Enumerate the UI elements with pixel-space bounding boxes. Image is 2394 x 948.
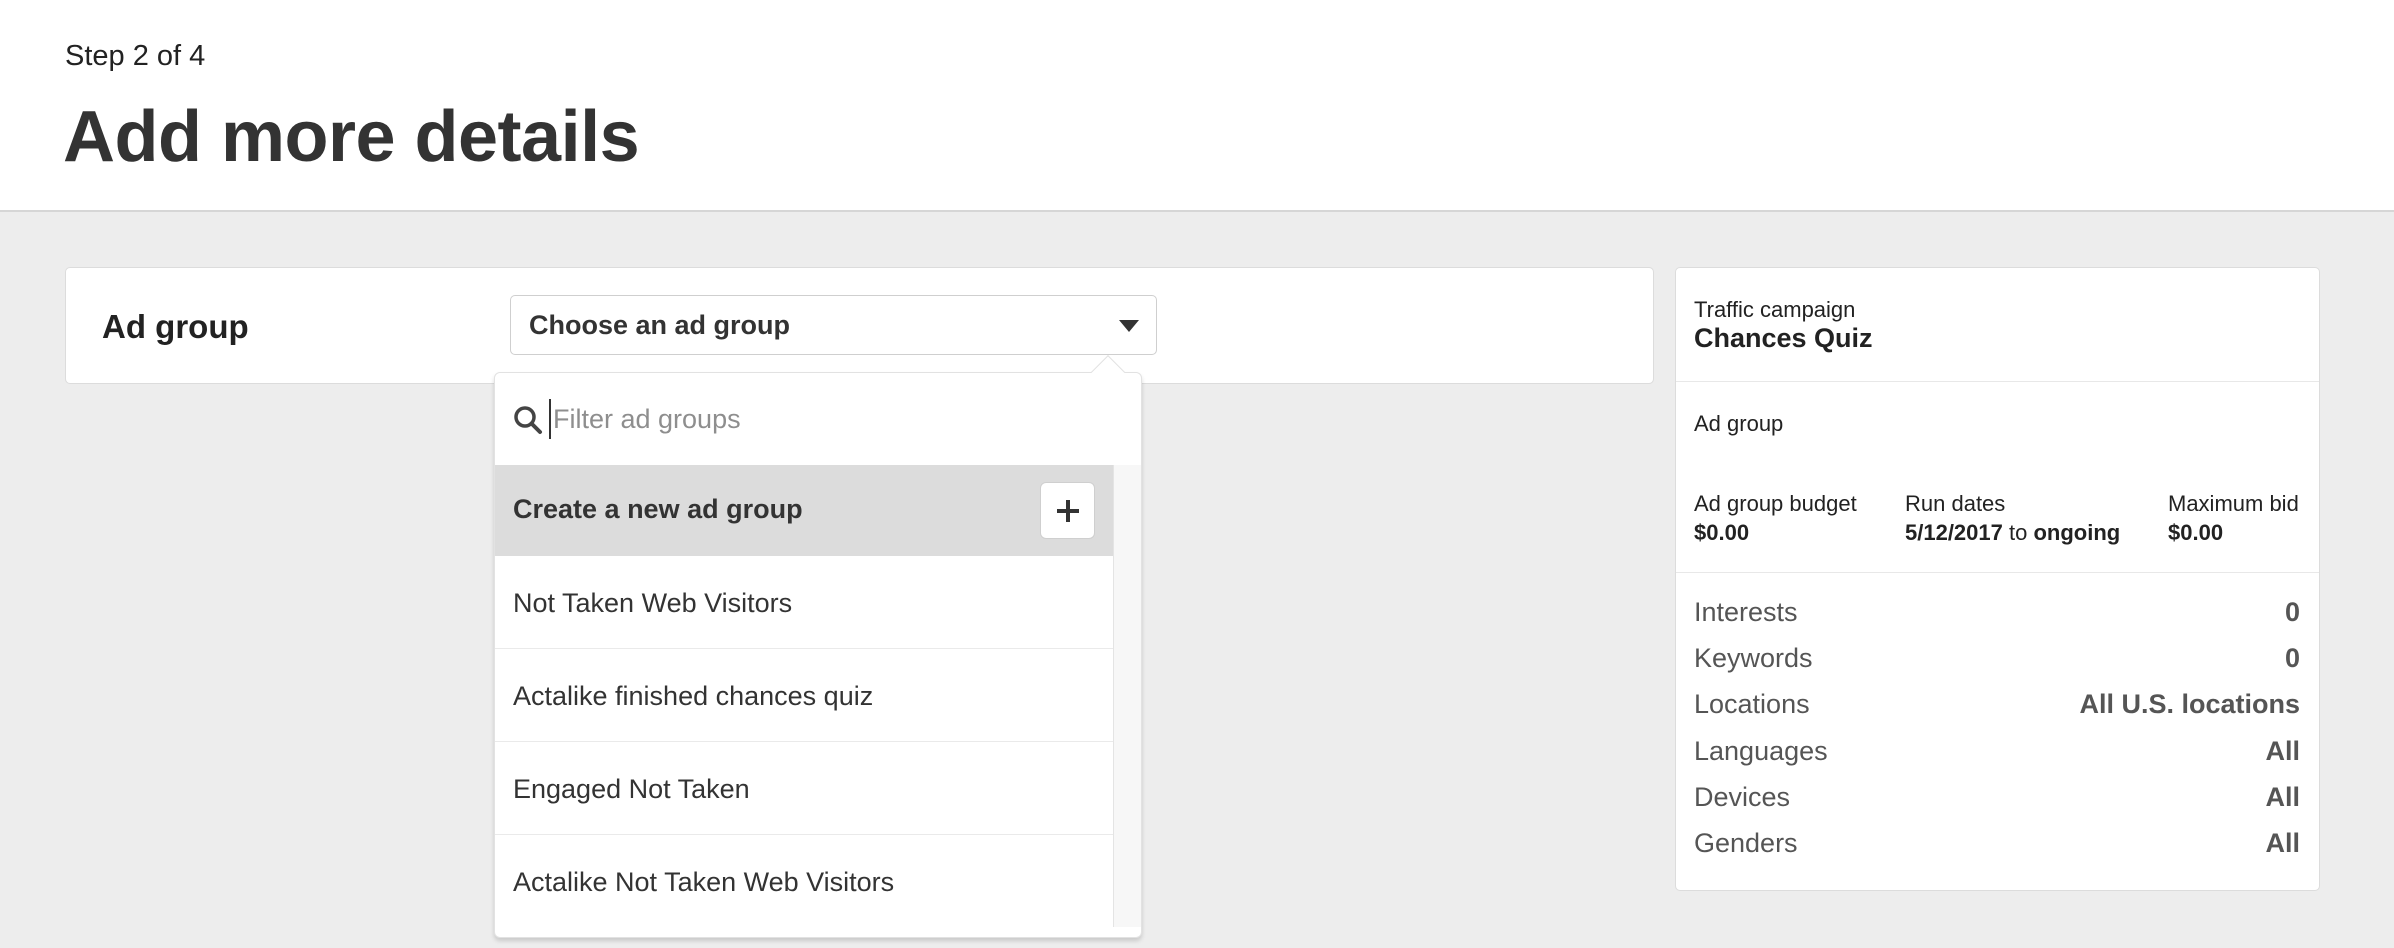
targeting-label: Keywords — [1694, 643, 1813, 674]
targeting-row-languages: Languages All — [1694, 736, 2300, 782]
create-new-ad-group-label: Create a new ad group — [513, 494, 803, 524]
run-dates-connector: to — [2002, 520, 2034, 545]
filter-ad-groups-input[interactable] — [549, 399, 1109, 439]
targeting-row-interests: Interests 0 — [1694, 597, 2300, 643]
list-item[interactable]: Actalike finished chances quiz — [495, 649, 1113, 742]
targeting-value: All — [2265, 827, 2300, 858]
list-item[interactable]: Not Taken Web Visitors — [495, 556, 1113, 649]
targeting-list: Interests 0 Keywords 0 Locations All U.S… — [1694, 597, 2300, 874]
run-dates-metric: Run dates 5/12/2017 to ongoing — [1905, 491, 2120, 546]
targeting-value: All — [2265, 781, 2300, 812]
ad-group-select[interactable]: Choose an ad group — [510, 295, 1157, 355]
list-item-label: Actalike Not Taken Web Visitors — [513, 867, 895, 897]
budget-value: $0.00 — [1694, 520, 1750, 545]
targeting-value: All — [2265, 735, 2300, 766]
list-item[interactable]: Actalike Not Taken Web Visitors — [495, 835, 1113, 927]
targeting-label: Locations — [1694, 689, 1810, 720]
ad-group-label: Ad group — [102, 308, 249, 345]
caret-down-icon — [1119, 320, 1139, 332]
list-item-label: Engaged Not Taken — [513, 774, 750, 804]
campaign-section: Traffic campaign Chances Quiz — [1676, 268, 2319, 382]
campaign-type: Traffic campaign — [1694, 297, 1856, 322]
list-item[interactable]: Engaged Not Taken — [495, 742, 1113, 835]
search-icon — [514, 406, 542, 434]
campaign-name: Chances Quiz — [1694, 323, 1873, 353]
targeting-row-keywords: Keywords 0 — [1694, 643, 2300, 689]
max-bid-value: $0.00 — [2168, 520, 2224, 545]
plus-icon[interactable] — [1040, 482, 1095, 539]
page-header: Step 2 of 4 Add more details — [0, 0, 2394, 212]
targeting-value: 0 — [2284, 597, 2300, 627]
targeting-label: Languages — [1694, 735, 1828, 766]
ad-group-select-value: Choose an ad group — [529, 310, 791, 340]
page-title: Add more details — [63, 97, 640, 177]
targeting-row-genders: Genders All — [1694, 828, 2300, 874]
budget-metric: Ad group budget $0.00 — [1694, 491, 1857, 546]
ad-group-dropdown: Create a new ad group Not Taken Web Visi… — [494, 355, 1142, 938]
create-new-ad-group-item[interactable]: Create a new ad group — [495, 465, 1113, 556]
max-bid-label: Maximum bid — [2168, 491, 2299, 516]
targeting-row-locations: Locations All U.S. locations — [1694, 689, 2300, 735]
targeting-value: 0 — [2284, 643, 2300, 674]
ad-group-summary-label: Ad group — [1694, 411, 1784, 436]
filter-row — [495, 373, 1141, 465]
budget-label: Ad group budget — [1694, 491, 1857, 516]
dropdown-scrollbar[interactable] — [1113, 465, 1141, 927]
targeting-label: Genders — [1694, 827, 1798, 858]
max-bid-metric: Maximum bid $0.00 — [2168, 491, 2299, 546]
step-indicator: Step 2 of 4 — [65, 40, 206, 72]
ad-group-section: Ad group Ad group budget $0.00 Run dates… — [1676, 382, 2319, 573]
run-dates-label: Run dates — [1905, 491, 2006, 516]
run-dates-end: ongoing — [2033, 520, 2121, 545]
list-item-label: Not Taken Web Visitors — [513, 588, 793, 618]
list-item-label: Actalike finished chances quiz — [513, 681, 874, 711]
targeting-label: Devices — [1694, 781, 1791, 812]
campaign-summary-card: Traffic campaign Chances Quiz Ad group A… — [1675, 267, 2320, 891]
targeting-label: Interests — [1694, 597, 1798, 627]
targeting-row-devices: Devices All — [1694, 782, 2300, 828]
run-dates-start: 5/12/2017 — [1905, 520, 2003, 545]
ad-group-list: Create a new ad group Not Taken Web Visi… — [495, 465, 1113, 927]
targeting-value: All U.S. locations — [2079, 689, 2300, 720]
run-dates-value: 5/12/2017 to ongoing — [1905, 520, 2120, 546]
